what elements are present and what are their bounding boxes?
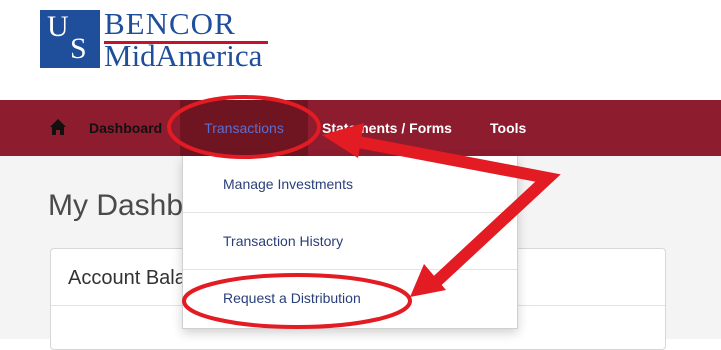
brand-logo[interactable]: U S BENCOR MidAmerica: [40, 6, 270, 73]
nav-dashboard[interactable]: Dashboard: [89, 100, 162, 156]
logo-initial-u: U: [47, 10, 69, 43]
transactions-dropdown: Manage Investments Transaction History R…: [182, 156, 518, 329]
menu-item-manage-investments[interactable]: Manage Investments: [183, 156, 517, 213]
menu-item-request-distribution[interactable]: Request a Distribution: [183, 270, 517, 327]
nav-transactions[interactable]: Transactions: [180, 100, 308, 156]
logo-initial-s: S: [70, 32, 87, 65]
nav-statements-forms[interactable]: Statements / Forms: [322, 100, 452, 156]
home-icon[interactable]: [49, 118, 67, 136]
logo-text-bencor: BENCOR: [104, 6, 236, 41]
menu-item-transaction-history[interactable]: Transaction History: [183, 213, 517, 270]
logo-mark: U S: [40, 10, 100, 68]
main-nav: Dashboard Transactions Statements / Form…: [0, 100, 721, 156]
nav-tools[interactable]: Tools: [490, 100, 526, 156]
logo-text-midamerica: MidAmerica: [104, 38, 263, 73]
